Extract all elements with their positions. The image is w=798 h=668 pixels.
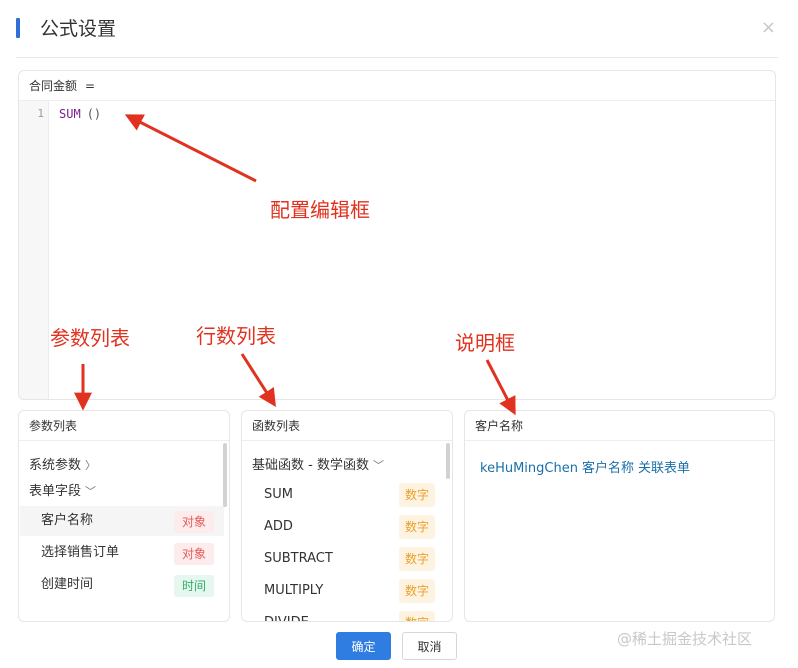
annotation-functions: 行数列表 — [196, 324, 276, 348]
chevron-down-icon: ﹀ — [372, 459, 384, 472]
functions-scrollbar[interactable] — [446, 443, 450, 479]
header-divider — [16, 57, 778, 58]
function-item[interactable]: MULTIPLY 数字 — [243, 575, 447, 607]
param-item-label: 创建时间 — [41, 577, 94, 592]
tree-group-system-params[interactable]: 系统参数〉 — [29, 456, 96, 476]
params-panel-title: 参数列表 — [19, 411, 229, 441]
params-scrollbar[interactable] — [223, 443, 227, 507]
annotation-editor: 配置编辑框 — [270, 198, 370, 222]
functions-panel-title: 函数列表 — [242, 411, 452, 441]
chevron-right-icon: 〉 — [85, 459, 97, 472]
field-label: 客户名称 — [581, 461, 634, 476]
field-type: 关联表单 — [637, 461, 690, 476]
function-item-label: SUM — [264, 487, 293, 502]
function-item[interactable]: DIVIDE 数字 — [243, 607, 447, 621]
dialog-title: 公式设置 — [40, 18, 117, 40]
function-item[interactable]: SUM 数字 — [243, 479, 447, 511]
field-key: keHuMingChen — [480, 461, 578, 476]
function-item-label: MULTIPLY — [264, 583, 324, 598]
line-number: 1 — [37, 107, 44, 120]
function-type-badge: 数字 — [398, 547, 435, 571]
param-type-badge: 对象 — [173, 511, 214, 533]
description-panel-title: 客户名称 — [465, 411, 774, 441]
watermark: @稀土掘金技术社区 — [617, 630, 753, 648]
param-item-label: 选择销售订单 — [41, 545, 120, 560]
function-item-label: DIVIDE — [264, 607, 309, 621]
function-item[interactable]: SUBTRACT 数字 — [243, 543, 447, 575]
tree-group-label: 基础函数 - 数学函数 — [252, 458, 369, 473]
target-field-name: 合同金额 — [29, 79, 78, 93]
param-item[interactable]: 选择销售订单 对象 — [20, 538, 224, 568]
annotation-params: 参数列表 — [50, 326, 130, 350]
function-item[interactable]: ADD 数字 — [243, 511, 447, 543]
chevron-down-icon: ﹀ — [85, 485, 97, 498]
title-accent-bar — [16, 18, 20, 38]
dialog-header: 公式设置 × — [0, 0, 798, 58]
function-type-badge: 数字 — [398, 611, 435, 621]
code-editor[interactable]: SUM () — [59, 107, 101, 121]
code-paren-token: () — [86, 107, 102, 121]
tree-group-form-fields[interactable]: 表单字段 ﹀ — [29, 482, 96, 502]
tree-group-label: 表单字段 — [29, 484, 82, 499]
formula-settings-dialog: 公式设置 × 合同金额 = 1 SUM() 参数列表 系统参数〉 表单字段 ﹀ 客户… — [0, 0, 798, 668]
param-item[interactable]: 客户名称 对象 — [20, 506, 224, 536]
tree-group-math-functions[interactable]: 基础函数 - 数学函数 ﹀ — [252, 456, 384, 476]
param-type-badge: 对象 — [173, 543, 214, 565]
code-function-token: SUM — [59, 107, 81, 121]
function-type-badge: 数字 — [398, 483, 435, 507]
equals-sign: = — [85, 79, 96, 93]
description-panel: 客户名称 keHuMingChen 客户名称 关联表单 — [464, 410, 775, 622]
annotation-description: 说明框 — [455, 331, 515, 355]
close-icon[interactable]: × — [761, 18, 776, 38]
cancel-button[interactable]: 取消 — [402, 632, 457, 660]
function-type-badge: 数字 — [398, 515, 435, 539]
param-item[interactable]: 创建时间 时间 — [20, 570, 224, 600]
function-item-label: SUBTRACT — [264, 551, 333, 566]
params-panel: 参数列表 系统参数〉 表单字段 ﹀ 客户名称 对象 选择销售订单 对象 创建时间 … — [18, 410, 230, 622]
param-type-badge: 时间 — [173, 575, 214, 597]
formula-editor-panel: 合同金额 = 1 SUM () — [18, 70, 776, 400]
function-type-badge: 数字 — [398, 579, 435, 603]
tree-group-label: 系统参数 — [29, 458, 82, 473]
editor-header: 合同金额 = — [19, 71, 775, 101]
description-text: keHuMingChen 客户名称 关联表单 — [480, 457, 694, 476]
confirm-button[interactable]: 确定 — [336, 632, 391, 660]
functions-panel: 函数列表 基础函数 - 数学函数 ﹀ SUM 数字 ADD 数字 SUBTRACT… — [241, 410, 453, 622]
line-number-gutter: 1 — [19, 101, 49, 399]
function-item-label: ADD — [264, 519, 293, 534]
param-item-label: 客户名称 — [41, 513, 94, 528]
